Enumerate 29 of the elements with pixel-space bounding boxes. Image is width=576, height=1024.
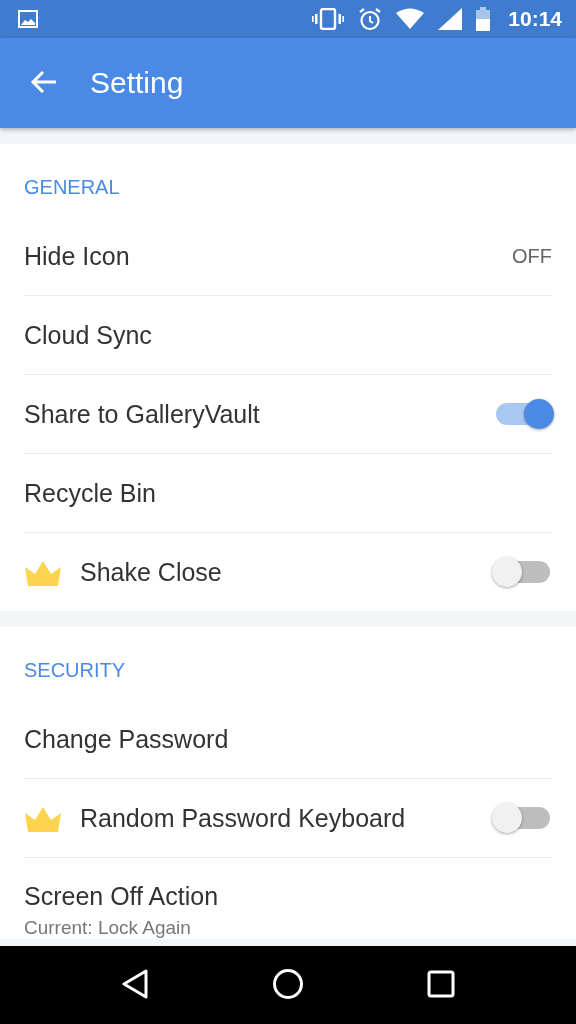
setting-label: Cloud Sync xyxy=(24,320,153,350)
battery-icon xyxy=(476,7,491,31)
setting-row[interactable]: Change Password xyxy=(24,700,552,778)
setting-row[interactable]: Cloud Sync xyxy=(24,295,552,374)
section-header: GENERAL xyxy=(23,175,121,200)
section-header: SECURITY xyxy=(23,658,127,683)
setting-label: Shake Close xyxy=(80,557,223,587)
setting-value: OFF xyxy=(512,244,552,268)
vibrate-icon xyxy=(312,8,345,30)
wifi-icon xyxy=(396,8,425,30)
setting-row[interactable]: Random Password Keyboard xyxy=(24,778,552,857)
setting-subtitle: Current: Lock Again xyxy=(24,917,191,939)
setting-row[interactable]: Screen Off Action Current: Lock Again xyxy=(24,857,552,939)
setting-label: Hide Icon xyxy=(24,241,131,271)
setting-label: Share to GalleryVault xyxy=(24,399,261,429)
setting-row[interactable]: Hide Icon OFF xyxy=(24,217,552,295)
setting-row[interactable]: Share to GalleryVault xyxy=(24,374,552,453)
signal-icon xyxy=(438,8,463,30)
screen-title: Setting xyxy=(90,66,184,100)
image-icon xyxy=(18,10,38,28)
recents-button[interactable] xyxy=(426,969,455,1001)
setting-row[interactable]: Recycle Bin xyxy=(24,453,552,532)
setting-label: Change Password xyxy=(24,724,230,754)
setting-row[interactable]: Shake Close xyxy=(24,532,552,611)
alarm-icon xyxy=(358,7,383,31)
setting-label: Random Password Keyboard xyxy=(80,803,407,833)
setting-label: Recycle Bin xyxy=(24,478,157,508)
setting-label: Screen Off Action xyxy=(24,882,219,911)
status-time: 10:14 xyxy=(508,7,562,31)
